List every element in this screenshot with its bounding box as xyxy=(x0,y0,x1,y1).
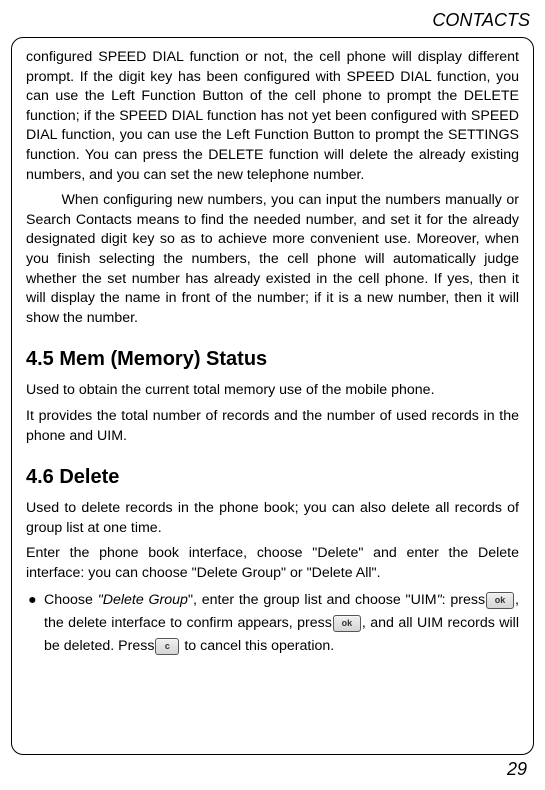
ok-key-icon: ok xyxy=(333,615,361,632)
bullet-content: Choose "Delete Group", enter the group l… xyxy=(44,589,519,657)
paragraph-delete-1: Used to delete records in the phone book… xyxy=(26,499,519,538)
page-number: 29 xyxy=(507,759,527,780)
bullet-seg4: to cancel this operation. xyxy=(180,638,334,654)
bullet-delete-group: ● Choose "Delete Group", enter the group… xyxy=(26,589,519,657)
content-box: configured SPEED DIAL function or not, t… xyxy=(11,37,534,755)
bullet-text-after1: ", enter the group list and choose "UIM xyxy=(188,592,437,608)
heading-delete: 4.6 Delete xyxy=(26,466,519,489)
paragraph-mem-1: Used to obtain the current total memory … xyxy=(26,381,519,401)
paragraph-mem-2: It provides the total number of records … xyxy=(26,407,519,446)
bullet-italic-1: "Delete Group xyxy=(98,592,188,608)
paragraph-speed-dial: configured SPEED DIAL function or not, t… xyxy=(26,48,519,185)
bullet-text-prefix: Choose xyxy=(44,592,98,608)
paragraph-configure-numbers: When configuring new numbers, you can in… xyxy=(26,191,519,328)
bullet-marker: ● xyxy=(26,589,44,657)
c-key-icon: c xyxy=(155,638,179,655)
page-header: CONTACTS xyxy=(0,0,545,37)
ok-key-icon: ok xyxy=(486,592,514,609)
paragraph-delete-2: Enter the phone book interface, choose "… xyxy=(26,544,519,583)
heading-mem-status: 4.5 Mem (Memory) Status xyxy=(26,348,519,371)
bullet-text-after2: : press xyxy=(442,592,485,608)
